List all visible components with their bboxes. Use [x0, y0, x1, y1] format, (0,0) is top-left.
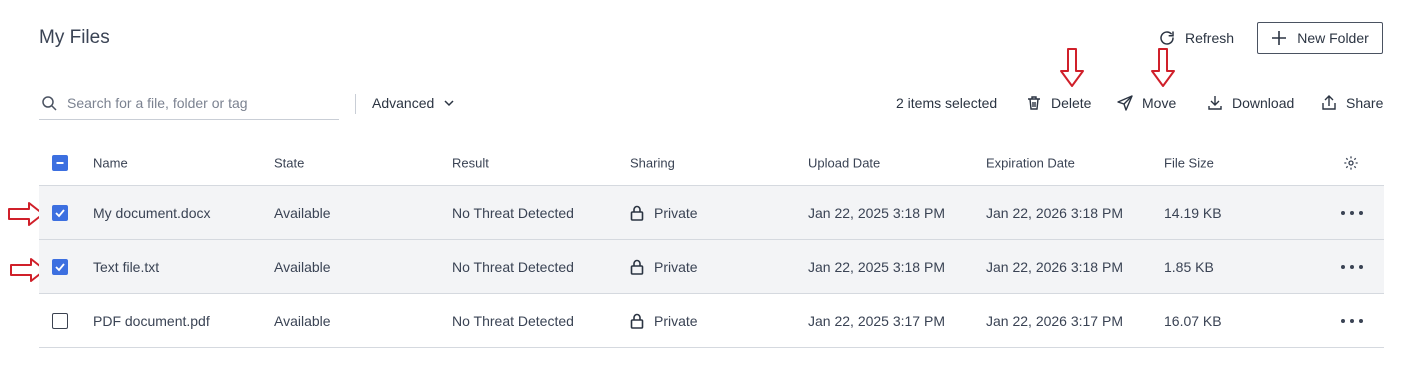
file-size: 16.07 KB: [1164, 312, 1222, 329]
scan-result: No Threat Detected: [452, 312, 574, 329]
column-header-upload-date[interactable]: Upload Date: [808, 155, 880, 170]
download-button[interactable]: Download: [1207, 93, 1294, 113]
lock-icon: [630, 259, 644, 275]
delete-label: Delete: [1051, 95, 1092, 111]
sharing-status: Private: [630, 259, 698, 275]
chevron-down-icon: [444, 100, 454, 107]
scan-result: No Threat Detected: [452, 204, 574, 221]
table-row[interactable]: My document.docx Available No Threat Det…: [39, 186, 1384, 240]
move-label: Move: [1142, 95, 1177, 111]
refresh-button[interactable]: Refresh: [1158, 27, 1234, 49]
table-row[interactable]: PDF document.pdf Available No Threat Det…: [39, 294, 1384, 348]
check-icon: [55, 208, 65, 217]
lock-icon: [630, 313, 644, 329]
file-state: Available: [274, 258, 331, 275]
column-header-result[interactable]: Result: [452, 155, 489, 170]
select-all-checkbox[interactable]: [52, 154, 68, 171]
annotation-arrow-delete: [1060, 48, 1084, 87]
advanced-filter-button[interactable]: Advanced: [372, 93, 456, 113]
files-table: Name State Result Sharing Upload Date Ex…: [39, 140, 1384, 348]
trash-icon: [1028, 96, 1040, 110]
upload-date: Jan 22, 2025 3:17 PM: [808, 312, 945, 329]
plus-icon: [1272, 31, 1287, 45]
search-input[interactable]: [67, 94, 327, 111]
file-name[interactable]: My document.docx: [93, 205, 211, 221]
advanced-label: Advanced: [372, 95, 435, 111]
file-size: 14.19 KB: [1164, 204, 1222, 221]
new-folder-label: New Folder: [1297, 30, 1369, 46]
selection-count: 2 items selected: [896, 95, 998, 111]
sharing-label: Private: [654, 204, 698, 221]
refresh-label: Refresh: [1185, 30, 1235, 46]
toolbar-divider: [355, 94, 356, 114]
expiration-date: Jan 22, 2026 3:18 PM: [986, 204, 1123, 221]
share-icon: [1322, 95, 1336, 110]
sharing-label: Private: [654, 258, 698, 275]
lock-icon: [630, 205, 644, 221]
scan-result: No Threat Detected: [452, 258, 574, 275]
more-options-icon[interactable]: [1341, 262, 1363, 272]
expiration-date: Jan 22, 2026 3:17 PM: [986, 312, 1123, 329]
file-name[interactable]: PDF document.pdf: [93, 313, 210, 329]
file-name[interactable]: Text file.txt: [93, 259, 159, 275]
search-icon: [42, 95, 57, 111]
expiration-date: Jan 22, 2026 3:18 PM: [986, 258, 1123, 275]
more-options-icon[interactable]: [1341, 208, 1363, 218]
column-header-expiration-date[interactable]: Expiration Date: [986, 155, 1075, 170]
more-options-icon[interactable]: [1341, 316, 1363, 326]
annotation-arrow-move: [1151, 48, 1175, 87]
row-checkbox[interactable]: [52, 204, 68, 221]
new-folder-button[interactable]: New Folder: [1257, 22, 1383, 54]
delete-button[interactable]: Delete: [1026, 93, 1091, 113]
check-icon: [55, 262, 65, 271]
row-checkbox[interactable]: [52, 312, 68, 329]
column-header-sharing[interactable]: Sharing: [630, 155, 675, 170]
sharing-label: Private: [654, 312, 698, 329]
move-button[interactable]: Move: [1117, 93, 1176, 113]
upload-date: Jan 22, 2025 3:18 PM: [808, 258, 945, 275]
upload-date: Jan 22, 2025 3:18 PM: [808, 204, 945, 221]
file-state: Available: [274, 204, 331, 221]
table-header: Name State Result Sharing Upload Date Ex…: [39, 140, 1384, 186]
column-header-state[interactable]: State: [274, 155, 304, 170]
file-state: Available: [274, 312, 331, 329]
download-label: Download: [1232, 95, 1295, 111]
column-header-name[interactable]: Name: [93, 155, 128, 170]
sharing-status: Private: [630, 205, 698, 221]
send-icon: [1117, 95, 1133, 111]
column-header-file-size[interactable]: File Size: [1164, 155, 1214, 170]
download-icon: [1208, 96, 1222, 110]
table-row[interactable]: Text file.txt Available No Threat Detect…: [39, 240, 1384, 294]
refresh-icon: [1160, 31, 1174, 45]
share-button[interactable]: Share: [1321, 93, 1383, 113]
file-size: 1.85 KB: [1164, 258, 1214, 275]
share-label: Share: [1346, 95, 1384, 111]
search-bar: [39, 86, 339, 120]
gear-icon[interactable]: [1343, 155, 1359, 171]
page-title: My Files: [39, 27, 110, 48]
row-checkbox[interactable]: [52, 258, 68, 275]
sharing-status: Private: [630, 313, 698, 329]
